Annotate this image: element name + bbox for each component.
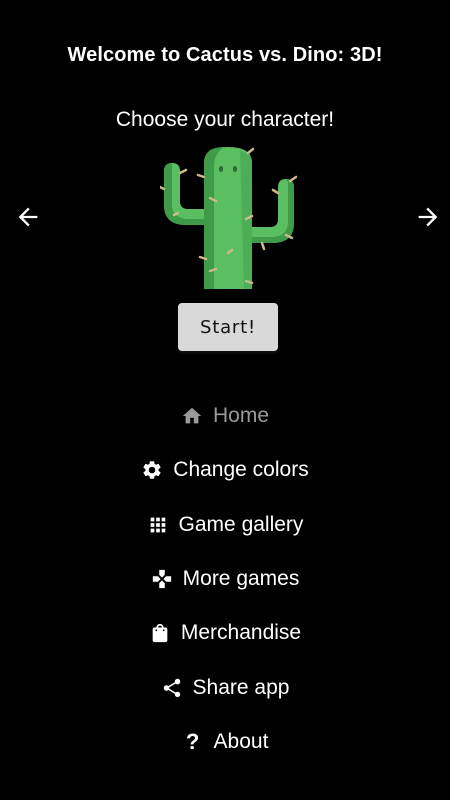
menu-item-label: Merchandise xyxy=(180,621,302,645)
menu-item-merchandise[interactable]: Merchandise xyxy=(0,606,450,660)
menu-item-label: Share app xyxy=(192,675,290,699)
grid-icon xyxy=(147,514,169,536)
welcome-title: Welcome to Cactus vs. Dino: 3D! xyxy=(67,44,383,66)
arrow-right-icon[interactable] xyxy=(414,203,442,231)
menu-item-home[interactable]: Home xyxy=(0,389,450,443)
share-icon xyxy=(161,677,183,699)
gear-icon xyxy=(141,459,163,481)
menu-item-share-app[interactable]: Share app xyxy=(0,660,450,714)
shopping-bag-icon xyxy=(149,622,171,644)
menu-item-about[interactable]: ? About xyxy=(0,715,450,769)
start-button[interactable]: Start! xyxy=(178,303,278,351)
cactus-character-image xyxy=(158,143,298,289)
menu-item-label: About xyxy=(213,729,269,753)
arrow-left-icon[interactable] xyxy=(14,203,42,231)
home-icon xyxy=(181,405,203,427)
menu-item-change-colors[interactable]: Change colors xyxy=(0,443,450,497)
gamepad-icon xyxy=(151,568,173,590)
menu-item-label: Home xyxy=(212,404,270,428)
menu-item-label: Game gallery xyxy=(178,512,304,536)
menu-item-game-gallery[interactable]: Game gallery xyxy=(0,498,450,552)
menu-item-label: Change colors xyxy=(173,458,309,482)
question-icon: ? xyxy=(185,728,200,754)
choose-character-subtitle: Choose your character! xyxy=(115,108,335,131)
main-menu: Home Change colors Game gallery More gam… xyxy=(0,389,450,769)
menu-item-more-games[interactable]: More games xyxy=(0,552,450,606)
menu-item-label: More games xyxy=(182,567,300,591)
